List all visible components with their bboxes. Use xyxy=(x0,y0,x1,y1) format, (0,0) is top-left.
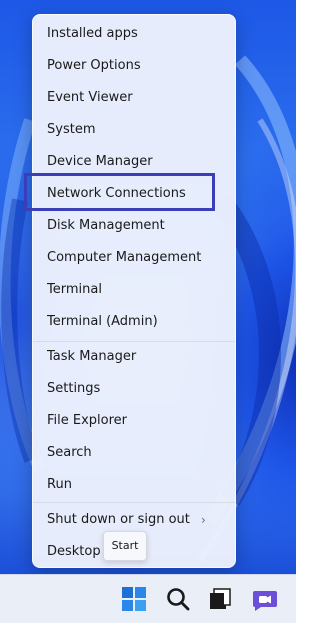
taskbar xyxy=(0,574,296,623)
menu-item-label: Shut down or sign out xyxy=(47,512,190,527)
menu-item-device-manager[interactable]: Device Manager xyxy=(47,148,223,176)
chevron-right-icon: › xyxy=(201,513,206,527)
menu-item-terminal[interactable]: Terminal xyxy=(47,276,223,304)
menu-item-computer-management[interactable]: Computer Management xyxy=(47,244,223,272)
selection-highlight-box xyxy=(24,173,215,211)
menu-item-event-viewer[interactable]: Event Viewer xyxy=(47,84,223,112)
menu-item-terminal-admin[interactable]: Terminal (Admin) xyxy=(47,308,223,336)
start-tooltip: Start xyxy=(103,531,147,561)
menu-separator xyxy=(33,341,235,342)
windows-start-icon[interactable] xyxy=(120,585,148,613)
menu-item-settings[interactable]: Settings xyxy=(47,375,223,403)
search-icon[interactable] xyxy=(164,585,192,613)
menu-item-task-manager[interactable]: Task Manager xyxy=(47,343,223,371)
chat-icon[interactable] xyxy=(251,585,279,613)
menu-item-search[interactable]: Search xyxy=(47,439,223,467)
menu-item-run[interactable]: Run xyxy=(47,471,223,499)
menu-item-power-options[interactable]: Power Options xyxy=(47,52,223,80)
menu-item-system[interactable]: System xyxy=(47,116,223,144)
menu-item-disk-management[interactable]: Disk Management xyxy=(47,212,223,240)
task-view-icon[interactable] xyxy=(206,585,234,613)
menu-item-installed-apps[interactable]: Installed apps xyxy=(47,20,223,48)
menu-item-shut-down-or-sign-out[interactable]: Shut down or sign out › xyxy=(47,506,223,534)
menu-item-file-explorer[interactable]: File Explorer xyxy=(47,407,223,435)
menu-separator xyxy=(33,502,235,503)
quick-link-menu: Installed apps Power Options Event Viewe… xyxy=(32,14,236,568)
